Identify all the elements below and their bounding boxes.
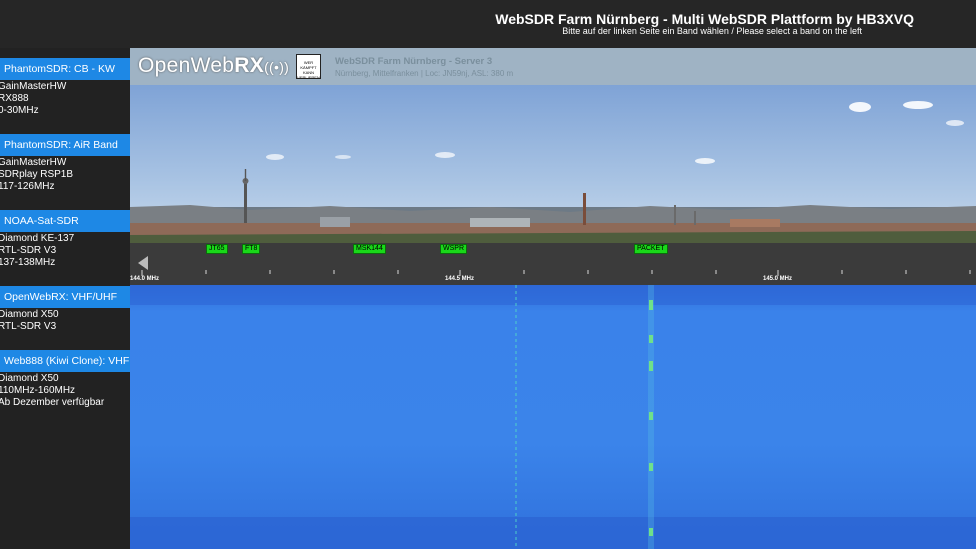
band-info-line: RTL-SDR V3 — [0, 245, 57, 256]
receiver-top-bar: OpenWebRX((•)) WER KÄMPFT KANN VERLIEREN… — [130, 48, 976, 85]
page-subtitle: Bitte auf der linken Seite ein Band wähl… — [562, 26, 862, 36]
band-info-line: 117-126MHz — [0, 181, 55, 192]
band-info-line: 110MHz-160MHz — [0, 385, 76, 396]
bookmark-ft8[interactable]: FT8 — [242, 244, 261, 254]
logo-open-text: Open — [138, 54, 191, 77]
tick-label-144-5: 144.5 MHz — [445, 276, 475, 282]
band-info-line: Diamond X50 — [0, 373, 59, 384]
band-info-web888-vhf: Diamond X50 110MHz-160MHz Ab Dezember ve… — [0, 373, 130, 409]
band-info-line: SDRplay RSP1B — [0, 169, 74, 180]
city-skyline-photo — [130, 101, 976, 243]
band-info-line: Ab Dezember verfügbar — [0, 397, 105, 408]
logo-rx-text: RX — [234, 54, 265, 77]
bookmark-jt65[interactable]: JT65 — [206, 244, 228, 254]
band-info-line: RX888 — [0, 93, 29, 104]
band-info-line: Diamond KE-137 — [0, 233, 75, 244]
band-info-line: Diamond X50 — [0, 309, 59, 320]
frequency-scale[interactable]: JT65 FT8 MSK144 WSPR PACKET 144.0 MHz 14… — [130, 243, 976, 285]
band-button-noaa-sat[interactable]: NOAA-Sat-SDR — [0, 210, 130, 232]
band-button-air-band[interactable]: PhantomSDR: AiR Band — [0, 134, 130, 156]
tick-label-145-0: 145.0 MHz — [763, 276, 793, 282]
page-title: WebSDR Farm Nürnberg - Multi WebSDR Plat… — [495, 11, 914, 27]
band-button-web888-vhf[interactable]: Web888 (Kiwi Clone): VHF — [0, 350, 130, 372]
receiver-background-photo — [130, 85, 976, 243]
band-info-line: GainMasterHW — [0, 157, 67, 168]
bookmark-msk144[interactable]: MSK144 — [353, 244, 386, 254]
band-info-line: 0-30MHz — [0, 105, 39, 116]
tick-label-144-0: 144.0 MHz — [130, 276, 160, 282]
bookmark-packet[interactable]: PACKET — [634, 244, 668, 254]
band-info-line: GainMasterHW — [0, 81, 67, 92]
band-info-openwebrx-vhf-uhf: Diamond X50 RTL-SDR V3 — [0, 309, 130, 333]
band-info-cb-kw: GainMasterHW RX888 0-30MHz — [0, 81, 130, 117]
openwebrx-logo[interactable]: OpenWebRX((•)) — [138, 54, 289, 78]
band-info-noaa-sat: Diamond KE-137 RTL-SDR V3 137-138MHz — [0, 233, 130, 269]
receiver-avatar: WER KÄMPFT KANN VERLIEREN · STEREN — [296, 54, 321, 79]
waterfall-display[interactable] — [130, 285, 976, 549]
band-sidebar: PhantomSDR: CB - KW GainMasterHW RX888 0… — [0, 48, 130, 549]
receiver-title: WebSDR Farm Nürnberg - Server 3 — [335, 56, 493, 67]
band-info-line: 137-138MHz — [0, 257, 56, 268]
band-button-cb-kw[interactable]: PhantomSDR: CB - KW — [0, 58, 130, 80]
band-info-line: RTL-SDR V3 — [0, 321, 57, 332]
waterfall-signals — [130, 285, 976, 549]
logo-web-text: Web — [190, 54, 235, 77]
scroll-left-arrow-icon — [138, 256, 148, 270]
receiver-location: Nürnberg, Mittelfranken | Loc: JN59nj, A… — [335, 69, 514, 78]
radio-waves-icon: ((•)) — [264, 59, 290, 75]
page-header: WebSDR Farm Nürnberg - Multi WebSDR Plat… — [0, 0, 976, 48]
band-info-air-band: GainMasterHW SDRplay RSP1B 117-126MHz — [0, 157, 130, 193]
band-button-openwebrx-vhf-uhf[interactable]: OpenWebRX: VHF/UHF — [0, 286, 130, 308]
receiver-frame: OpenWebRX((•)) WER KÄMPFT KANN VERLIEREN… — [130, 48, 976, 549]
bookmark-wspr[interactable]: WSPR — [440, 244, 467, 254]
